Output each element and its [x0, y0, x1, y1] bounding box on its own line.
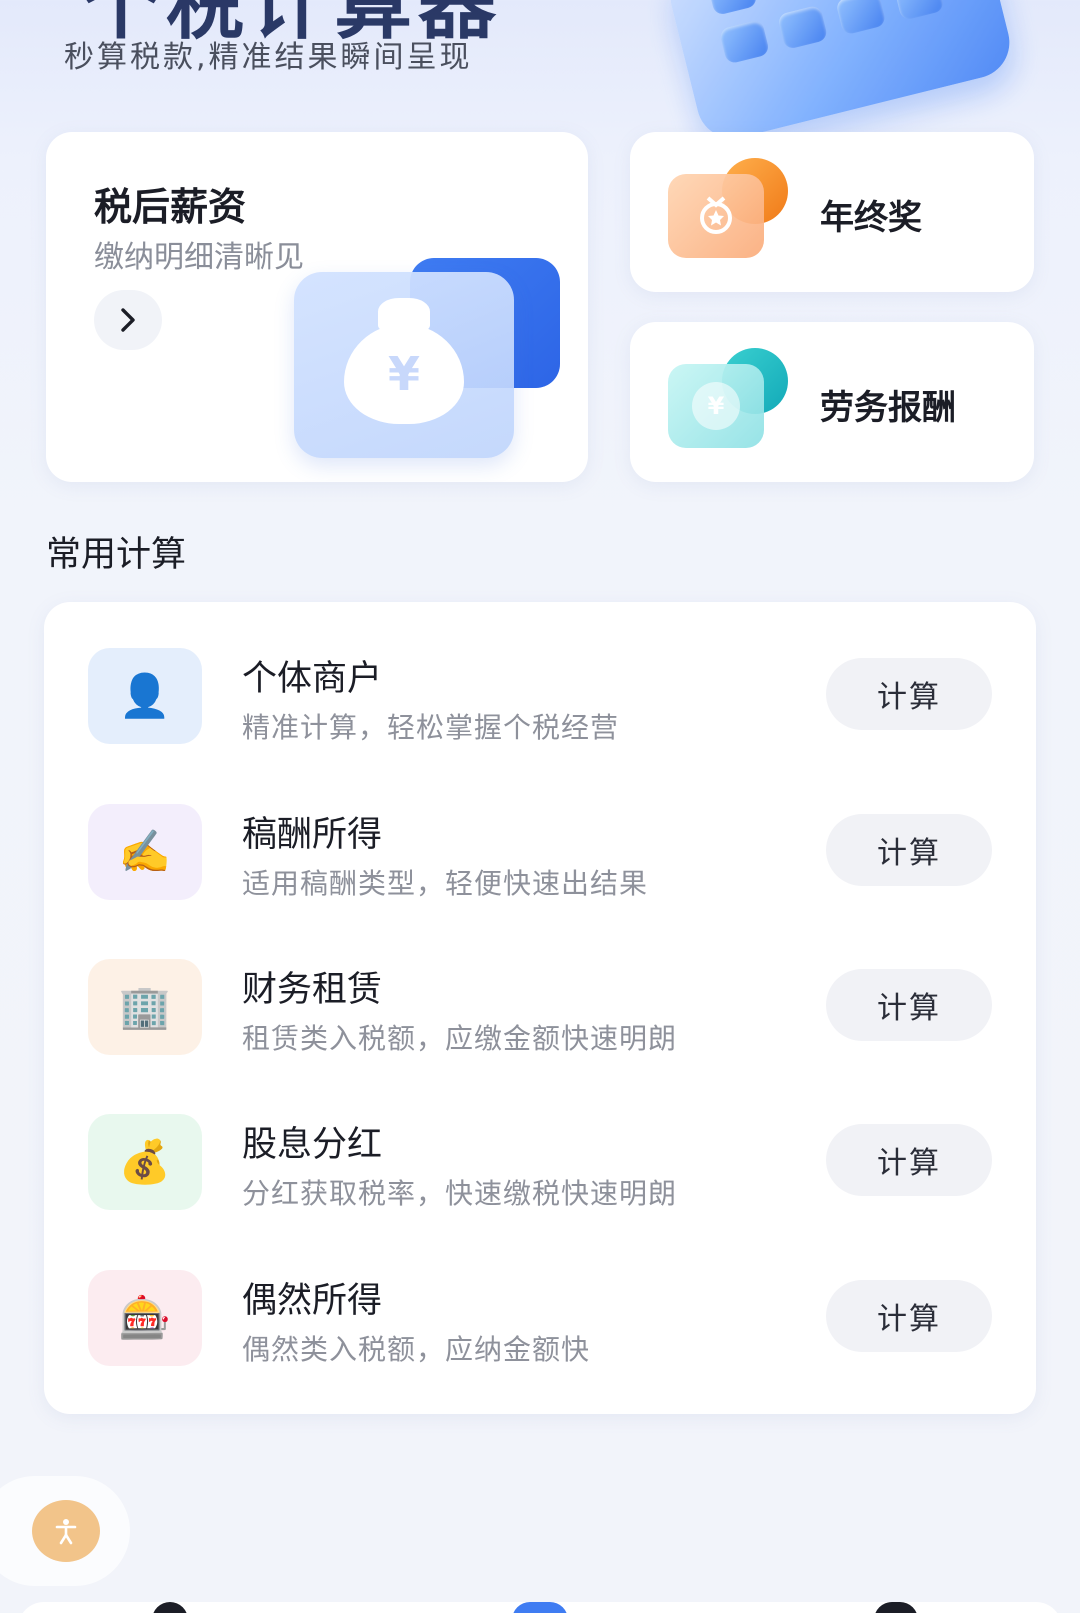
calculate-button[interactable]: 计算	[826, 969, 992, 1041]
list-item-title: 偶然所得	[242, 1281, 383, 1321]
after-tax-salary-title: 税后薪资	[94, 185, 247, 229]
list-item-description: 分红获取税率，快速缴税快速明朗	[242, 1177, 678, 1210]
list-item-incidental-income[interactable]: 🎰 偶然所得 偶然类入税额，应纳金额快 计算	[44, 1270, 1036, 1400]
calculate-button[interactable]: 计算	[826, 814, 992, 886]
money-bag-illustration: ¥	[294, 258, 574, 468]
after-tax-salary-card[interactable]: 税后薪资 缴纳明细清晰见 ¥	[46, 132, 588, 482]
list-item-title: 财务租赁	[242, 970, 383, 1010]
page-subtitle: 秒算税款,精准结果瞬间呈现	[64, 40, 473, 75]
list-item-dividend[interactable]: 💰 股息分红 分红获取税率，快速缴税快速明朗 计算	[44, 1114, 1036, 1244]
medal-icon	[668, 158, 788, 262]
accessibility-button[interactable]	[32, 1500, 100, 1562]
slot-machine-icon: 🎰	[88, 1270, 202, 1366]
common-calculators-list: 👤 个体商户 精准计算，轻松掌握个税经营 计算 ✍️ 稿酬所得 适用稿酬类型，轻…	[44, 602, 1036, 1414]
list-item-royalty-income[interactable]: ✍️ 稿酬所得 适用稿酬类型，轻便快速出结果 计算	[44, 804, 1036, 934]
year-end-bonus-card[interactable]: 年终奖	[630, 132, 1034, 292]
list-item-title: 稿酬所得	[242, 815, 383, 855]
money-bag-icon: 💰	[88, 1114, 202, 1210]
calculator-illustration	[662, 0, 1018, 147]
after-tax-salary-subtitle: 缴纳明细清晰见	[94, 240, 304, 275]
calculate-button[interactable]: 计算	[826, 1280, 992, 1352]
yuan-coin-icon: ¥	[668, 348, 788, 452]
after-tax-salary-arrow-button[interactable]	[94, 290, 162, 350]
list-item-description: 精准计算，轻松掌握个税经营	[242, 711, 620, 744]
list-item-description: 租赁类入税额，应缴金额快速明朗	[242, 1022, 678, 1055]
calculate-button[interactable]: 计算	[826, 1124, 992, 1196]
list-item-individual-business[interactable]: 👤 个体商户 精准计算，轻松掌握个税经营 计算	[44, 648, 1036, 778]
labor-remuneration-card[interactable]: ¥ 劳务报酬	[630, 322, 1034, 482]
year-end-bonus-label: 年终奖	[820, 198, 922, 238]
accessibility-icon	[55, 1519, 77, 1545]
list-item-title: 个体商户	[242, 659, 383, 699]
calculate-button[interactable]: 计算	[826, 658, 992, 730]
person-icon: 👤	[88, 648, 202, 744]
list-item-title: 股息分红	[242, 1125, 383, 1165]
list-item-description: 偶然类入税额，应纳金额快	[242, 1333, 591, 1366]
list-item-description: 适用稿酬类型，轻便快速出结果	[242, 867, 649, 900]
writing-hand-icon: ✍️	[88, 804, 202, 900]
chevron-right-icon	[121, 308, 135, 332]
section-title: 常用计算	[46, 535, 187, 575]
labor-remuneration-label: 劳务报酬	[820, 388, 956, 428]
yuan-symbol: ¥	[692, 382, 740, 430]
office-building-icon: 🏢	[88, 959, 202, 1055]
list-item-finance-lease[interactable]: 🏢 财务租赁 租赁类入税额，应缴金额快速明朗 计算	[44, 959, 1036, 1089]
